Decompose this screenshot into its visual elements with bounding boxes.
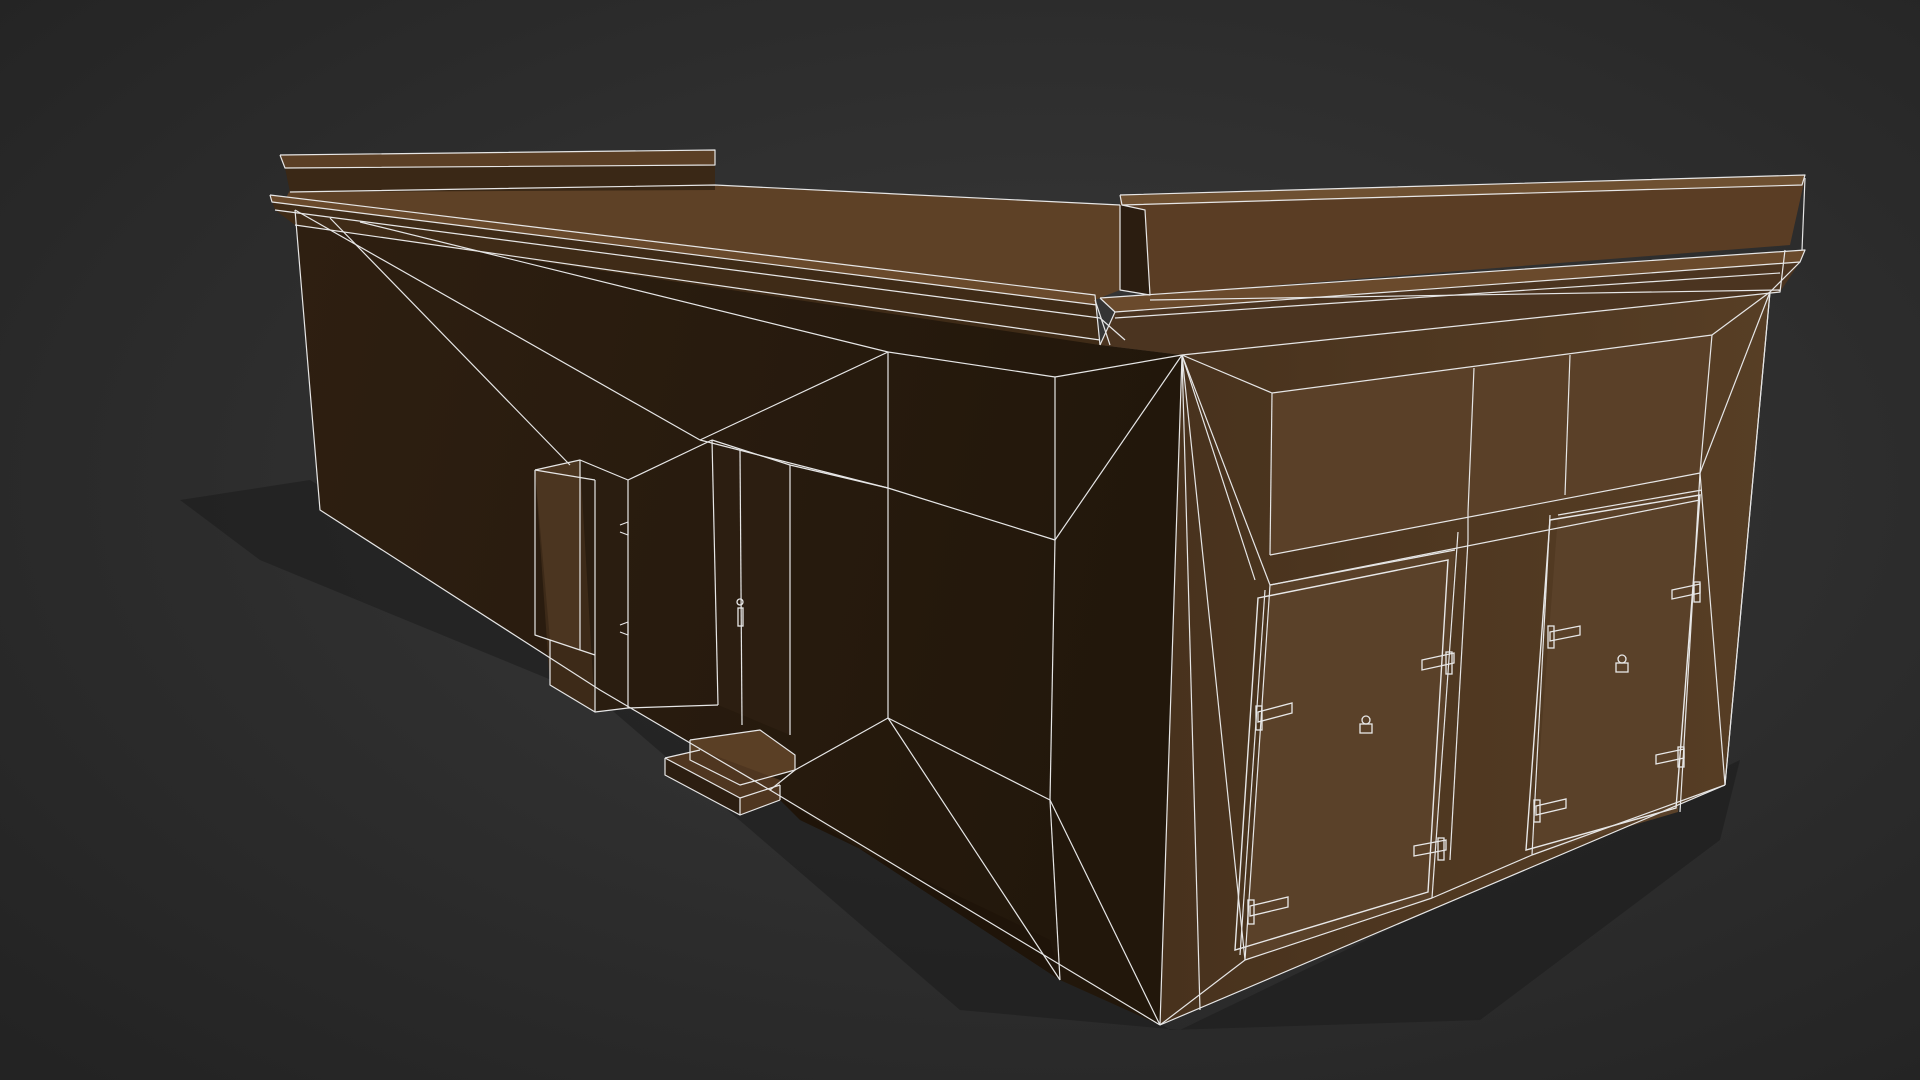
side-door <box>712 440 790 735</box>
3d-viewport[interactable] <box>0 0 1920 1080</box>
scene-canvas <box>0 0 1920 1080</box>
